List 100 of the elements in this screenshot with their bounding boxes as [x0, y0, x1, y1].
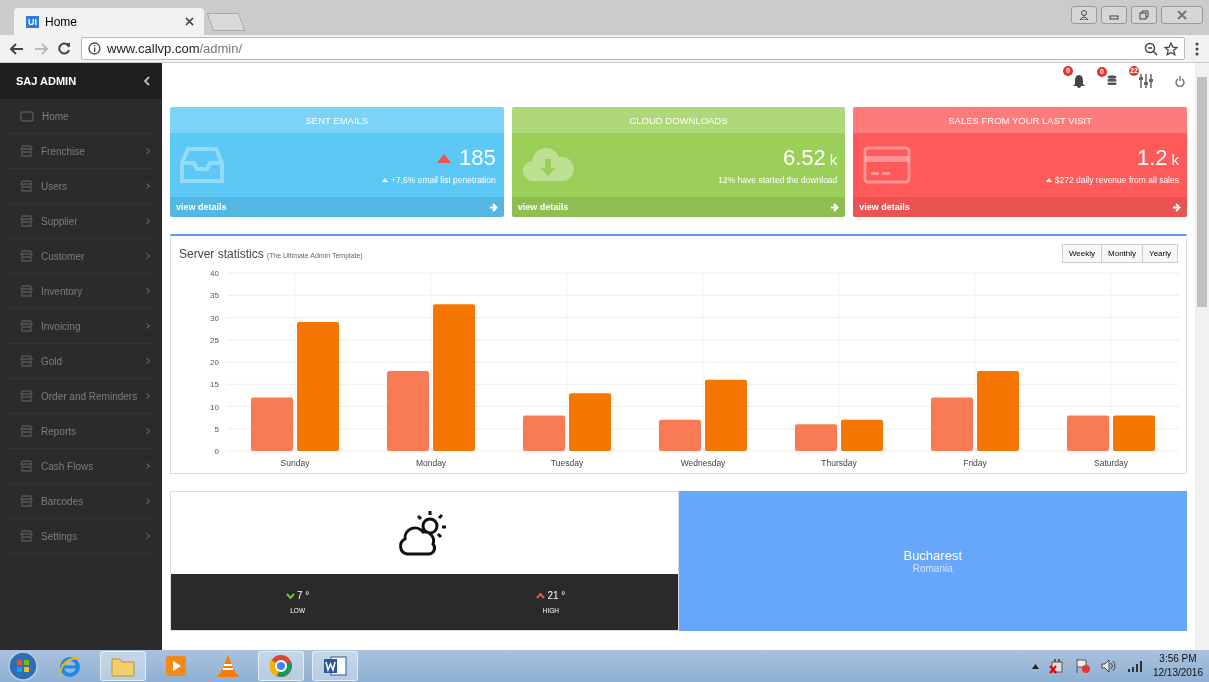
axis-label: Thursday [821, 458, 857, 468]
card-subtitle: $272 daily revenue from all sales [1054, 175, 1179, 185]
close-button[interactable] [1161, 6, 1203, 24]
monitor-icon [20, 110, 34, 122]
sidebar-item[interactable]: Invoicing [8, 309, 156, 344]
sliders-icon[interactable] [1139, 74, 1153, 88]
card-title: SALES FROM YOUR LAST VISIT [948, 114, 1093, 126]
axis-label: 35 [210, 291, 219, 301]
power-icon[interactable] [1175, 75, 1185, 87]
arrow-right-icon[interactable] [1172, 202, 1181, 212]
bell-icon[interactable] [1073, 74, 1085, 88]
address-field[interactable]: www.callvp.com/admin/ [81, 37, 1185, 60]
axis-label: Wednesday [680, 458, 726, 468]
axis-label: Saturday [1094, 458, 1128, 468]
axis-label: Monday [415, 458, 447, 468]
close-icon[interactable] [185, 17, 194, 26]
city-name: Bucharest [903, 548, 962, 563]
axis-label: 0 [214, 447, 219, 456]
user-icon [1079, 10, 1089, 20]
start-button[interactable] [6, 651, 40, 681]
card-subtitle: +7,6% email list penetration [391, 175, 496, 185]
restore-icon [1139, 10, 1149, 20]
user-button[interactable] [1071, 6, 1097, 24]
sidebar-item[interactable]: Home [8, 99, 156, 134]
database-icon[interactable] [1107, 75, 1117, 87]
axis-label: 5 [214, 424, 219, 434]
star-icon[interactable] [1164, 41, 1178, 56]
chevron-up-icon [536, 592, 546, 599]
card-title: SENT EMAILS [305, 114, 369, 126]
view-details-link[interactable]: view details [859, 202, 910, 212]
sidebar-item[interactable]: Customer [8, 239, 156, 274]
store-icon [20, 320, 33, 332]
sidebar-item[interactable]: Order and Reminders [8, 379, 156, 414]
axis-label: 20 [210, 358, 219, 367]
low-temperature: 7 ° [296, 590, 310, 601]
axis-label: 10 [210, 402, 219, 412]
sidebar-item[interactable]: Barcodes [8, 484, 156, 519]
period-button[interactable]: Yearly [1142, 244, 1178, 263]
chevron-down-icon [285, 592, 295, 599]
favicon: UI [26, 15, 39, 28]
view-details-link[interactable]: view details [176, 202, 227, 212]
store-icon [20, 425, 33, 437]
restore-button[interactable] [1131, 6, 1157, 24]
high-temperature: 21 ° [547, 590, 566, 601]
sidebar-title: SAJ ADMIN [16, 75, 77, 87]
store-icon [20, 495, 33, 507]
store-icon [20, 355, 33, 367]
back-icon[interactable] [10, 42, 24, 55]
sidebar-item[interactable]: Reports [8, 414, 156, 449]
browser-tab[interactable]: UI Home [14, 8, 204, 35]
cloud-download-icon [521, 147, 574, 183]
period-button[interactable]: Monthly [1101, 244, 1144, 263]
menu-icon[interactable] [1195, 41, 1199, 56]
card-subtitle: 12% have started the download [718, 175, 838, 185]
card-value: 185 [458, 145, 496, 171]
axis-label: Sunday [280, 458, 310, 468]
tab-title: Home [45, 14, 78, 29]
period-button[interactable]: Weekly [1061, 244, 1103, 263]
plug-icon[interactable] [1048, 658, 1065, 674]
axis-label: 15 [210, 380, 219, 390]
sidebar-item[interactable]: Inventory [8, 274, 156, 309]
taskbar-app-icon[interactable] [312, 651, 358, 681]
info-icon[interactable] [88, 42, 101, 55]
sidebar-item[interactable]: Cash Flows [8, 449, 156, 484]
country-name: Romania [912, 563, 953, 574]
speaker-icon[interactable] [1100, 659, 1117, 673]
caret-up-icon[interactable] [1031, 663, 1039, 669]
store-icon [20, 250, 33, 262]
store-icon [20, 215, 33, 227]
axis-label: 40 [210, 269, 219, 278]
sidebar-item[interactable]: Frenchise [8, 134, 156, 169]
panel-title: Server statistics [179, 247, 264, 261]
store-icon [20, 460, 33, 472]
axis-label: 30 [210, 313, 219, 323]
scrollbar[interactable] [1195, 63, 1209, 651]
sidebar-item[interactable]: Gold [8, 344, 156, 379]
flag-icon[interactable] [1074, 658, 1091, 674]
sidebar-item[interactable]: Settings [8, 519, 156, 554]
card-value: 6.52 k [783, 145, 838, 171]
sidebar-item[interactable]: Users [8, 169, 156, 204]
close-icon [1177, 10, 1187, 20]
credit-card-icon [863, 146, 912, 184]
store-icon [20, 145, 33, 157]
collapse-icon[interactable] [144, 76, 150, 86]
axis-label: 25 [210, 335, 219, 345]
store-icon [20, 390, 33, 402]
inbox-icon [180, 147, 224, 183]
sidebar-item[interactable]: Supplier [8, 204, 156, 239]
clock-time: 3:56 PM [1159, 652, 1197, 666]
reload-icon[interactable] [58, 42, 71, 55]
card-title: CLOUD DOWNLOADS [629, 114, 728, 126]
clock-date: 12/13/2016 [1152, 666, 1203, 680]
zoom-icon[interactable] [1144, 41, 1158, 56]
taskbar-app-icon[interactable] [258, 651, 304, 681]
signal-icon[interactable] [1126, 660, 1143, 672]
axis-label: Tuesday [550, 458, 584, 468]
axis-label: Friday [963, 458, 987, 468]
view-details-link[interactable]: view details [517, 202, 569, 212]
store-icon [20, 180, 33, 192]
store-icon [20, 285, 33, 297]
